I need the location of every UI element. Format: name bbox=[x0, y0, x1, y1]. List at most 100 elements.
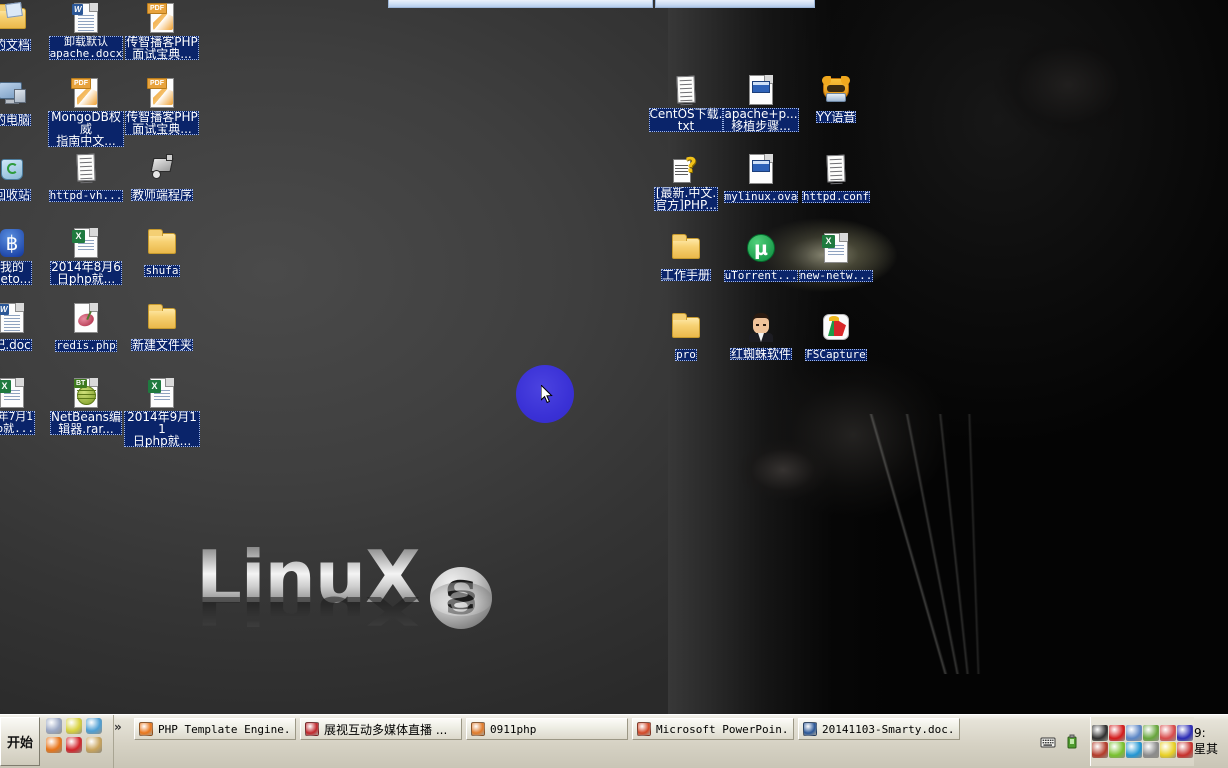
partial-window-titlebar-2[interactable] bbox=[655, 0, 815, 8]
word-icon bbox=[803, 722, 817, 736]
task-button-powerpoint[interactable]: Microsoft PowerPoin... bbox=[632, 718, 794, 740]
desktop-icon-label: uTorrent... bbox=[723, 269, 799, 282]
qq-browser-icon[interactable] bbox=[1126, 742, 1142, 758]
task-button-list[interactable]: PHP Template Engine... 展视互动多媒体直播 ... 0911p… bbox=[130, 715, 1030, 768]
desktop-icon-my-documents[interactable]: 的文档 bbox=[0, 1, 50, 54]
desktop-icon-php-job-0806[interactable]: X 2014年8月6 日php就... bbox=[48, 227, 124, 288]
desktop-icon-httpd-vhosts[interactable]: httpd-vh... bbox=[48, 152, 124, 204]
desktop-icon-label: 2014年9月11 日php就... bbox=[124, 411, 200, 447]
usb-icon[interactable] bbox=[1064, 734, 1080, 750]
desktop-icon-label: 回收站 bbox=[0, 189, 31, 201]
desktop-icon-label: mylinux.ova bbox=[723, 190, 799, 203]
thunder-icon[interactable] bbox=[1160, 742, 1176, 758]
panther-ear bbox=[968, 10, 1168, 160]
desktop-icon-mylinux-ova[interactable]: mylinux.ova bbox=[723, 153, 799, 205]
desktop-icon-label: 新建文件夹 bbox=[130, 338, 193, 352]
network-icon[interactable] bbox=[1126, 725, 1142, 741]
desktop-icon-netbeans-rar[interactable]: BT NetBeans编 辑器.rar... bbox=[48, 377, 124, 438]
opera-icon[interactable] bbox=[66, 737, 82, 753]
desktop-icon-shufa-folder[interactable]: shufa bbox=[124, 227, 200, 279]
taskbar-clock[interactable]: 9: 星其 bbox=[1194, 715, 1228, 768]
desktop-icon-utorrent[interactable]: µ uTorrent... bbox=[723, 232, 799, 284]
task-button-firefox-php-template[interactable]: PHP Template Engine... bbox=[134, 718, 296, 740]
record-icon[interactable] bbox=[1109, 725, 1125, 741]
wallpaper-logo-badge: S bbox=[429, 567, 492, 629]
desktop-icon-apache-php-steps[interactable]: apache+p... 移植步骤... bbox=[723, 74, 799, 135]
desktop-icon-php-job-0911[interactable]: X 2014年9月11 日php就... bbox=[124, 377, 200, 450]
desktop-icon-red-spider-software[interactable]: 红蜘蛛软件 bbox=[723, 311, 799, 363]
desktop-icon-uninstall-apache[interactable]: W 卸载默认 apache.docx bbox=[48, 2, 124, 62]
desktop-icon-label: 卸载默认 apache.docx bbox=[48, 35, 124, 60]
php-file-icon bbox=[70, 302, 102, 334]
desktop-icon-new-netw-xls[interactable]: Xnew-netw... bbox=[798, 232, 874, 284]
task-button-smarty-doc[interactable]: 20141103-Smarty.doc... bbox=[798, 718, 960, 740]
taskbar[interactable]: 开始 » PHP Template Engine... 展视互动多媒体直播 ...… bbox=[0, 714, 1228, 768]
desktop-icon-httpd-conf[interactable]: httpd.conf bbox=[798, 153, 874, 205]
desktop-icon-label: 我的neto... bbox=[0, 261, 33, 285]
safe-remove-icon[interactable] bbox=[1143, 725, 1159, 741]
partial-window-titlebar-1[interactable] bbox=[388, 0, 653, 8]
wallpaper-logo-reflection: LinuX S bbox=[196, 582, 596, 631]
quick-launch-bar[interactable] bbox=[42, 715, 114, 768]
mouse-cursor bbox=[541, 385, 553, 404]
ie-browser-icon[interactable] bbox=[86, 718, 102, 734]
media-player-icon[interactable] bbox=[66, 718, 82, 734]
live-stream-icon bbox=[305, 722, 319, 736]
desktop-icon-php-job-0701[interactable]: X4年7月1hp就... bbox=[0, 377, 50, 437]
note-icon bbox=[820, 153, 852, 185]
bluetooth-icon[interactable] bbox=[1177, 725, 1193, 741]
folder-docs-icon bbox=[0, 1, 28, 34]
desktop-icon-mongodb-guide[interactable]: PDF MongoDB权威 指南中文... bbox=[48, 77, 124, 150]
task-button-zhanshi-live[interactable]: 展视互动多媒体直播 ... bbox=[300, 718, 462, 740]
desktop-icon-recycle-bin[interactable]: 回收站 bbox=[0, 152, 50, 204]
restore-tool-icon[interactable] bbox=[86, 737, 102, 753]
desktop-icon-centos-download[interactable]: CentOS下载. txt bbox=[648, 74, 724, 135]
bt-archive-icon: BT bbox=[70, 377, 102, 409]
desktop-icon-php-official-manual[interactable]: ? [最新.中文. 官方]PHP... bbox=[648, 153, 724, 214]
desktop-icon-chuanzhi-php-2[interactable]: PDF 传智播客PHP 面试宝典... bbox=[124, 77, 200, 138]
desktop-icon-label: new-netw... bbox=[798, 269, 874, 282]
film-icon[interactable] bbox=[1092, 725, 1108, 741]
desktop-icon-label: shufa bbox=[144, 264, 180, 277]
security-guard-icon[interactable] bbox=[1177, 742, 1193, 758]
folder-icon bbox=[146, 227, 178, 259]
desktop-icon-yy-voice[interactable]: YY语音 bbox=[798, 74, 874, 126]
desktop-icon-chuanzhi-php-1[interactable]: PDF 传智播客PHP 面试宝典... bbox=[124, 2, 200, 63]
pdf-icon: PDF bbox=[146, 2, 178, 34]
desktop-icon-fscapture[interactable]: FSCapture bbox=[798, 311, 874, 363]
disc-icon[interactable] bbox=[1143, 742, 1159, 758]
show-desktop-icon[interactable] bbox=[46, 718, 62, 734]
folder-icon bbox=[146, 302, 178, 334]
desktop-icon-label: 的电脑 bbox=[0, 114, 31, 126]
desktop-icon-label: 教师端程序 bbox=[130, 188, 193, 202]
desktop-icon-my-bluetooth[interactable]: ฿我的neto... bbox=[0, 227, 50, 288]
start-button[interactable]: 开始 bbox=[0, 717, 40, 766]
folder-icon bbox=[670, 232, 702, 264]
task-button-0911php-window[interactable]: 0911php bbox=[466, 718, 628, 740]
desktop-icon-label: 传智播客PHP 面试宝典... bbox=[125, 35, 199, 61]
desktop-icon-redis-php[interactable]: redis.php bbox=[48, 302, 124, 354]
firefox-icon[interactable] bbox=[46, 737, 62, 753]
desktop-icon-label: httpd-vh... bbox=[48, 189, 124, 202]
desktop-icon-label: apache+p... 移植步骤... bbox=[723, 107, 799, 133]
desktop-icon-work-manual-folder[interactable]: 工作手册 bbox=[648, 232, 724, 284]
yy-app-icon bbox=[820, 74, 852, 106]
desktop-icon-new-folder[interactable]: 新建文件夹 bbox=[124, 302, 200, 354]
desktop-icon-teacher-client[interactable]: 教师端程序 bbox=[124, 152, 200, 204]
pen-tool-icon[interactable] bbox=[1092, 742, 1108, 758]
desktop[interactable]: LinuXS LinuXS 的文档W卸载默认apache.docxPDF传智播客… bbox=[0, 0, 1228, 714]
system-tray[interactable] bbox=[1090, 717, 1194, 766]
task-button-label: 0911php bbox=[490, 722, 537, 736]
word-doc-icon: W bbox=[70, 2, 102, 34]
desktop-icon-my-computer[interactable]: 的电脑 bbox=[0, 77, 50, 129]
keyboard-icon[interactable] bbox=[1040, 734, 1056, 750]
tray-left-icons[interactable] bbox=[1030, 715, 1090, 768]
quick-launch-overflow-chevron[interactable]: » bbox=[114, 715, 130, 768]
shield-icon[interactable] bbox=[1109, 742, 1125, 758]
input-method-icon[interactable] bbox=[1160, 725, 1176, 741]
panther-nose bbox=[723, 430, 843, 510]
note-icon bbox=[670, 74, 702, 106]
desktop-icon-label: 的文档 bbox=[0, 39, 31, 51]
desktop-icon-pro-folder[interactable]: pro bbox=[648, 311, 724, 363]
desktop-icon-notes-doc[interactable]: W 记.doc bbox=[0, 302, 50, 354]
